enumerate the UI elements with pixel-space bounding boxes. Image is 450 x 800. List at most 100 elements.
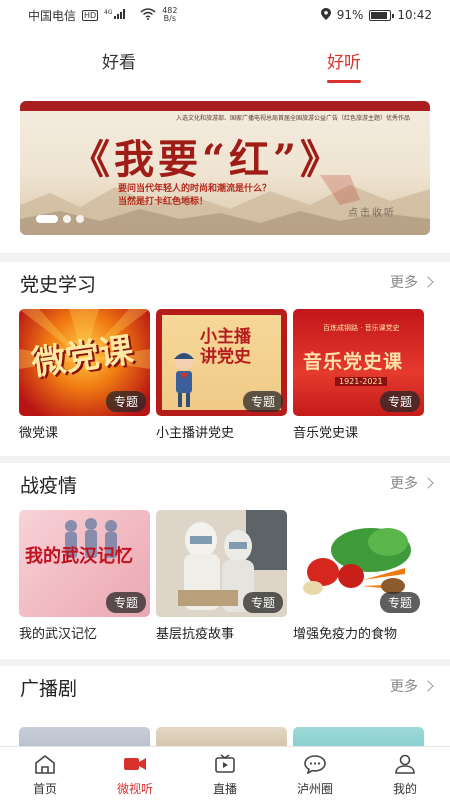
- status-left: 中国电信 HD 4G 482 B/s: [28, 7, 177, 24]
- more-link[interactable]: 更多: [390, 676, 434, 696]
- user-icon: [393, 753, 417, 775]
- nav-label: 直播: [212, 782, 237, 796]
- radio-card-1[interactable]: [19, 727, 150, 746]
- card-weidangke[interactable]: 微党课 专题 微党课: [19, 309, 150, 441]
- thumb-title-line-2: 讲党史: [200, 347, 251, 367]
- radio-card-2[interactable]: [156, 727, 287, 746]
- nav-label: 我的: [392, 782, 417, 796]
- card-label: 我的武汉记忆: [19, 627, 98, 642]
- thumbnail: 小主播 讲党史 专题: [156, 309, 287, 416]
- carrier-name: 中国电信: [28, 8, 77, 23]
- carousel-indicator: [36, 215, 84, 223]
- banner-subtitle-2: 当然是打卡红色地标！: [118, 197, 209, 207]
- top-tabs: 好看 好听: [0, 30, 450, 90]
- topic-tag: 专题: [242, 592, 283, 613]
- nav-micro-av[interactable]: 微视听: [90, 747, 180, 800]
- card-label: 微党课: [19, 426, 59, 441]
- section-title: 战疫情: [20, 475, 78, 497]
- section-party-history: 党史学习 更多 微党课 专题 微党课 小主播 讲党史 专题 小主播讲党史 百炼成…: [0, 262, 450, 456]
- thumbnail: 我的武汉记忆 专题: [19, 510, 150, 617]
- card-label: 基层抗疫故事: [156, 627, 235, 642]
- thumb-subtitle: 百炼成钢路 · 音乐课党史: [323, 324, 400, 332]
- thumbnail: [156, 727, 287, 746]
- thumb-title-line-1: 小主播: [200, 327, 251, 347]
- topic-tag: 专题: [242, 391, 283, 412]
- nav-label: 泸州圈: [296, 782, 333, 796]
- banner-carousel[interactable]: 入选文化和旅游部、国家广播电视总局首届全国旅游公益广告（红色旅游主题）优秀作品 …: [20, 101, 430, 235]
- section-radio-drama: 广播剧 更多: [0, 666, 450, 746]
- section-title: 党史学习: [20, 274, 97, 296]
- card-immunity-food[interactable]: 专题 增强免疫力的食物: [293, 510, 424, 642]
- thumbnail: 微党课 专题: [19, 309, 150, 416]
- banner-area: 入选文化和旅游部、国家广播电视总局首届全国旅游公益广告（红色旅游主题）优秀作品 …: [0, 90, 450, 253]
- section-fight-epidemic: 战疫情 更多 我的武汉记忆 专题 我的武汉记忆 专题 基层抗疫故事 专题 增强免…: [0, 463, 450, 659]
- bottom-nav: 首页 微视听 直播 泸州圈 我的: [0, 746, 450, 800]
- chevron-right-icon: [422, 477, 434, 489]
- card-row: 微党课 专题 微党课 小主播 讲党史 专题 小主播讲党史 百炼成钢路 · 音乐课…: [0, 309, 450, 449]
- wifi-icon: [140, 7, 156, 23]
- nav-live[interactable]: 直播: [180, 747, 270, 800]
- net-speed-unit: B/s: [163, 14, 177, 23]
- more-label: 更多: [390, 679, 418, 695]
- banner-listen-link[interactable]: 点击收听: [348, 204, 396, 219]
- chevron-right-icon: [422, 276, 434, 288]
- carousel-dot-1[interactable]: [36, 215, 58, 223]
- thumbnail: [19, 727, 150, 746]
- hd-badge: HD: [82, 9, 99, 21]
- tv-icon: [213, 753, 237, 775]
- thumb-title: 音乐党史课: [303, 351, 404, 373]
- card-grassroots-story[interactable]: 专题 基层抗疫故事: [156, 510, 287, 642]
- battery-percent: 91%: [336, 8, 364, 22]
- tab-haokan[interactable]: 好看: [102, 48, 136, 73]
- thumbnail: 百炼成钢路 · 音乐课党史 音乐党史课 1921-2021 专题: [293, 309, 424, 416]
- banner-caption: 入选文化和旅游部、国家广播电视总局首届全国旅游公益广告（红色旅游主题）优秀作品: [175, 115, 410, 122]
- card-xiaozhubo[interactable]: 小主播 讲党史 专题 小主播讲党史: [156, 309, 287, 441]
- carousel-dot-2[interactable]: [63, 215, 71, 223]
- topic-tag: 专题: [105, 592, 146, 613]
- topic-tag: 专题: [379, 391, 420, 412]
- thumb-title: 小主播 讲党史: [200, 327, 251, 367]
- nav-label: 微视听: [116, 782, 153, 796]
- nav-home[interactable]: 首页: [0, 747, 90, 800]
- radio-card-3[interactable]: [293, 727, 424, 746]
- thumbnail: 专题: [293, 510, 424, 617]
- battery-icon: [369, 9, 395, 21]
- topic-tag: 专题: [379, 592, 420, 613]
- thumbnail: 专题: [156, 510, 287, 617]
- banner-stripe: [20, 101, 430, 111]
- location-icon: [320, 7, 331, 23]
- carousel-dot-3[interactable]: [76, 215, 84, 223]
- status-right: 91% 10:42: [320, 7, 432, 23]
- card-wuhan-memory[interactable]: 我的武汉记忆 专题 我的武汉记忆: [19, 510, 150, 642]
- section-title: 广播剧: [20, 678, 78, 700]
- more-link[interactable]: 更多: [390, 473, 434, 493]
- nav-label: 首页: [32, 782, 57, 796]
- child-illustration: [174, 352, 194, 407]
- thumbnail: [293, 727, 424, 746]
- card-label: 小主播讲党史: [156, 426, 235, 441]
- tab-haoting[interactable]: 好听: [327, 48, 361, 83]
- thumb-years: 1921-2021: [335, 377, 387, 386]
- chevron-right-icon: [422, 680, 434, 692]
- more-label: 更多: [390, 275, 418, 291]
- banner-subtitle-1: 要问当代年轻人的时尚和潮流是什么？: [118, 184, 272, 194]
- topic-tag: 专题: [105, 391, 146, 412]
- thumb-title: 我的武汉记忆: [25, 546, 133, 567]
- signal-type: 4G: [104, 9, 113, 16]
- net-speed: 482 B/s: [162, 7, 177, 23]
- video-camera-icon: [123, 753, 147, 775]
- home-icon: [33, 753, 57, 775]
- more-label: 更多: [390, 476, 418, 492]
- card-music-party-class[interactable]: 百炼成钢路 · 音乐课党史 音乐党史课 1921-2021 专题 音乐党史课: [293, 309, 424, 441]
- card-label: 增强免疫力的食物: [293, 627, 398, 642]
- more-link[interactable]: 更多: [390, 272, 434, 292]
- card-label: 音乐党史课: [293, 426, 359, 441]
- nav-mine[interactable]: 我的: [360, 747, 450, 800]
- card-row: 我的武汉记忆 专题 我的武汉记忆 专题 基层抗疫故事 专题 增强免疫力的食物: [0, 510, 450, 650]
- status-bar: 中国电信 HD 4G 482 B/s 91% 10:42: [0, 0, 450, 30]
- banner-title: 《我要“红”》: [70, 136, 345, 183]
- card-row: [0, 727, 450, 746]
- nav-luzhou-circle[interactable]: 泸州圈: [270, 747, 360, 800]
- signal-icon: 4G: [104, 8, 134, 23]
- clock: 10:42: [397, 8, 432, 22]
